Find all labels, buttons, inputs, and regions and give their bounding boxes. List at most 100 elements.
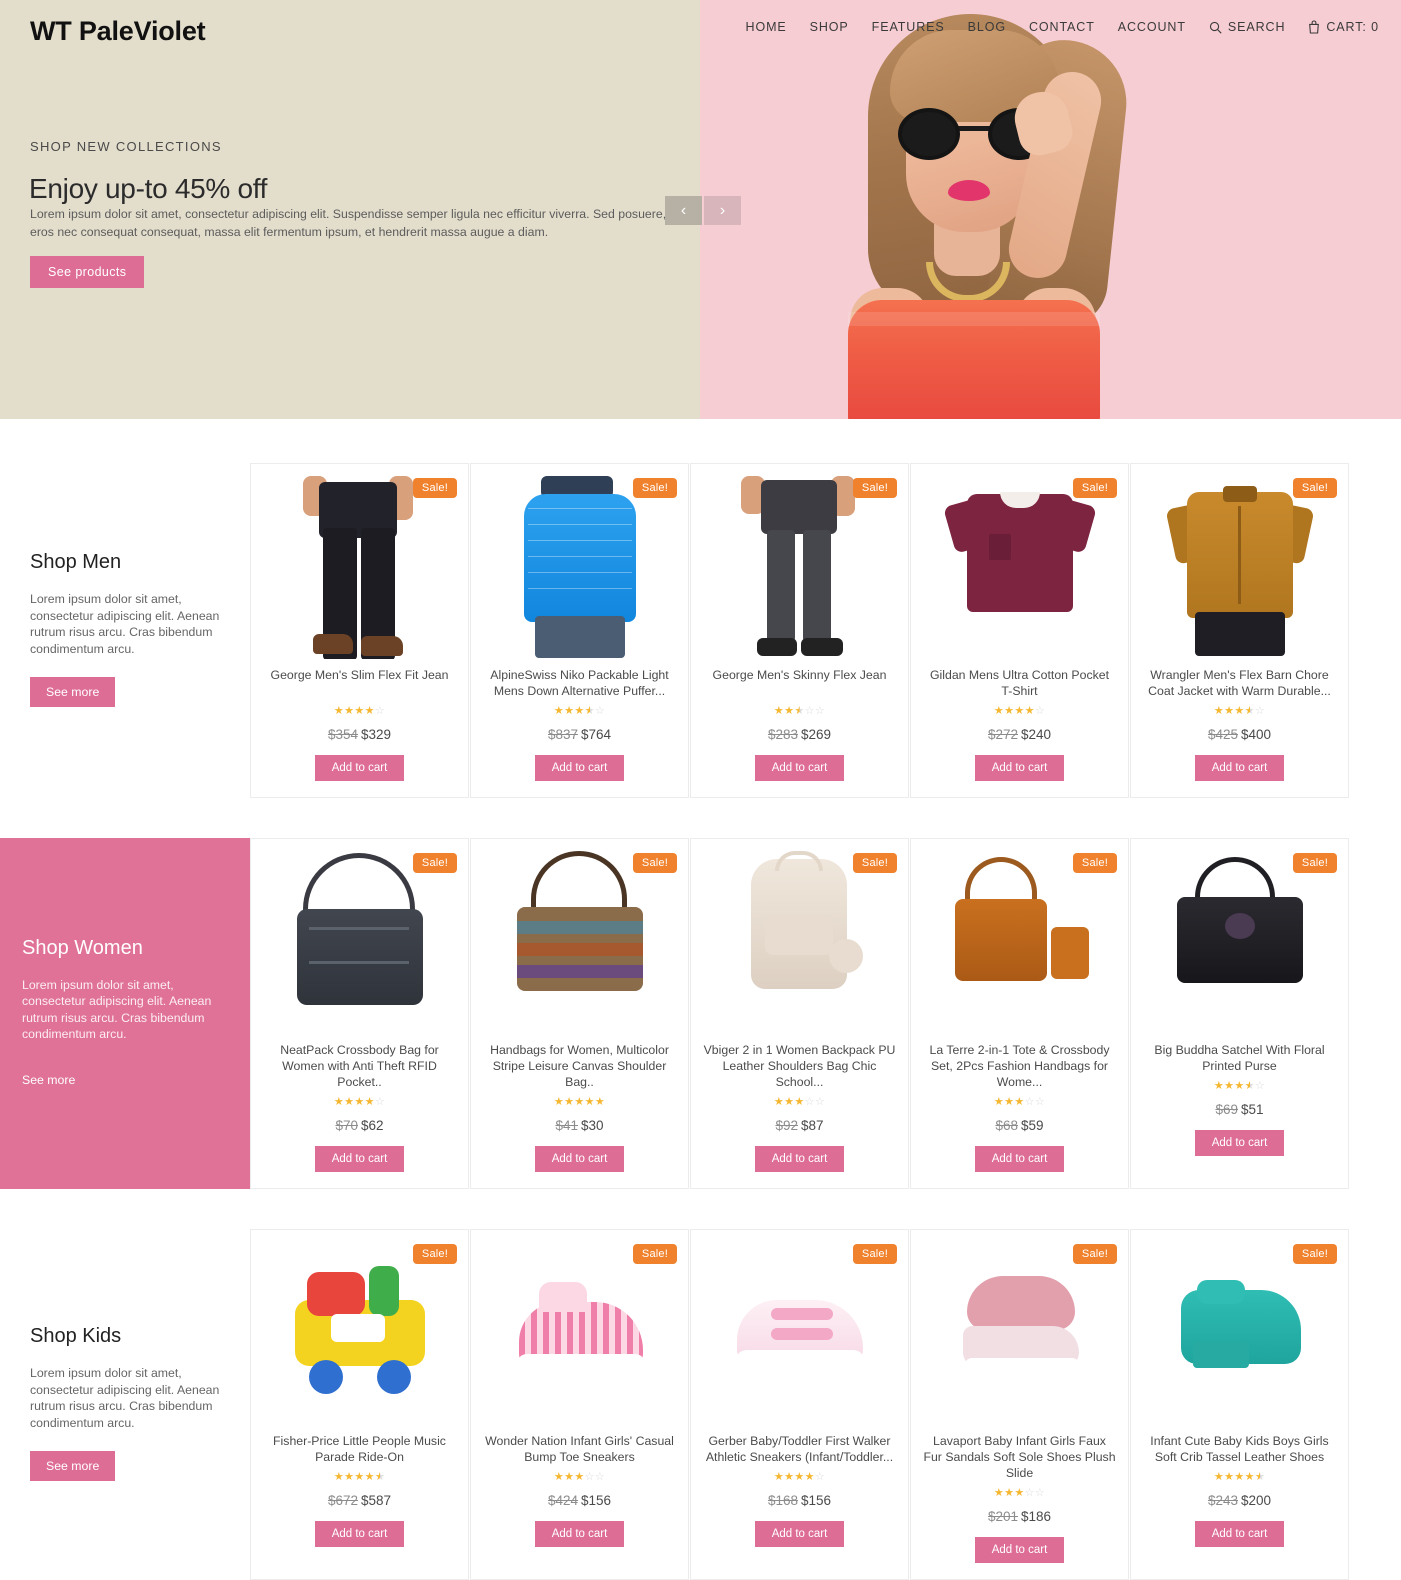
sale-badge: Sale! (1292, 1244, 1337, 1264)
product-image: Sale! (691, 1230, 908, 1425)
star-full: ★ (794, 1096, 805, 1108)
sale-badge: Sale! (1072, 853, 1117, 873)
product-rating: ★★★★☆ (1131, 705, 1348, 718)
add-to-cart-button[interactable]: Add to cart (1194, 1521, 1285, 1547)
product-card[interactable]: Sale! Lavaport Baby Infant Girls Faux Fur… (910, 1229, 1129, 1580)
product-card[interactable]: Sale! Handbags for Women, Multicolor Stri… (470, 838, 689, 1189)
add-to-cart-button[interactable]: Add to cart (754, 755, 845, 781)
see-products-button[interactable]: See products (30, 256, 145, 288)
product-title: AlpineSwiss Niko Packable Light Mens Dow… (490, 668, 669, 698)
star-full: ★ (1213, 705, 1225, 717)
product-card[interactable]: Sale! Wrangler Men's Flex Barn Chore Coat… (1130, 463, 1349, 798)
star-full: ★ (804, 1471, 815, 1483)
nav-item-home[interactable]: HOME (746, 20, 787, 34)
product-old-price: $92 (775, 1118, 798, 1133)
product-old-price: $68 (995, 1118, 1018, 1133)
section-sidebar-women: Shop Women Lorem ipsum dolor sit amet, co… (0, 838, 250, 1189)
star-half: ★ (1254, 1471, 1266, 1483)
add-to-cart-button[interactable]: Add to cart (534, 1146, 625, 1172)
star-full: ★ (1014, 1096, 1025, 1108)
star-full: ★ (333, 1096, 345, 1108)
section-description-kids: Lorem ipsum dolor sit amet, consectetur … (30, 1366, 220, 1430)
product-title: Gildan Mens Ultra Cotton Pocket T-Shirt (929, 668, 1110, 698)
star-full: ★ (333, 705, 345, 717)
nav-item-features[interactable]: FEATURES (872, 20, 945, 34)
product-image: Sale! (1131, 1230, 1348, 1425)
star-half: ★ (374, 1471, 386, 1483)
product-rating: ★★★★☆ (911, 705, 1128, 718)
product-card[interactable]: Sale! Gildan Mens Ultra Cotton Pocket T-S… (910, 463, 1129, 798)
product-card[interactable]: Sale! George Men's Skinny Flex Jean ★★★☆☆ $… (690, 463, 909, 798)
product-image: Sale! (691, 839, 908, 1034)
add-to-cart-button[interactable]: Add to cart (534, 1521, 625, 1547)
add-to-cart-button[interactable]: Add to cart (1194, 1130, 1285, 1156)
product-card[interactable]: Sale! Gerber Baby/Toddler First Walker At… (690, 1229, 909, 1580)
add-to-cart-button[interactable]: Add to cart (974, 1146, 1065, 1172)
product-card[interactable]: Sale! NeatPack Crossbody Bag for Women wi… (250, 838, 469, 1189)
site-logo[interactable]: WT PaleViolet (30, 16, 206, 47)
see-more-button-men[interactable]: See more (30, 677, 116, 707)
section-title-men: Shop Men (30, 551, 122, 573)
product-image: Sale! (251, 1230, 468, 1425)
nav-item-contact[interactable]: CONTACT (1029, 20, 1095, 34)
add-to-cart-button[interactable]: Add to cart (974, 755, 1065, 781)
nav-item-blog[interactable]: BLOG (968, 20, 1006, 34)
see-more-button-kids[interactable]: See more (30, 1451, 116, 1481)
star-full: ★ (354, 1096, 365, 1108)
product-image: Sale! (1131, 464, 1348, 659)
product-card[interactable]: Sale! Wonder Nation Infant Girls' Casual … (470, 1229, 689, 1580)
star-full: ★ (364, 1471, 375, 1483)
product-image: Sale! (1131, 839, 1348, 1034)
see-more-button-women[interactable]: See more (22, 1073, 224, 1087)
sale-badge: Sale! (412, 853, 457, 873)
hero-banner: WT PaleViolet SHOP NEW COLLECTIONS Enjoy… (0, 0, 1401, 419)
product-price: $243 $200 (1131, 1493, 1348, 1508)
add-to-cart-button[interactable]: Add to cart (754, 1146, 845, 1172)
star-full: ★ (773, 1471, 785, 1483)
add-to-cart-button[interactable]: Add to cart (534, 755, 625, 781)
product-old-price: $672 (327, 1493, 358, 1508)
product-card[interactable]: Sale! Infant Cute Baby Kids Boys Girls So… (1130, 1229, 1349, 1580)
star-full: ★ (993, 1487, 1005, 1499)
star-full: ★ (354, 705, 365, 717)
product-title: Fisher-Price Little People Music Parade … (273, 1434, 446, 1464)
nav-item-account[interactable]: ACCOUNT (1118, 20, 1186, 34)
product-price: $168 $156 (691, 1493, 908, 1508)
product-new-price: $156 (581, 1493, 612, 1508)
section-row-men: Shop Men Lorem ipsum dolor sit amet, cons… (0, 441, 1401, 798)
sale-badge: Sale! (632, 478, 677, 498)
star-empty: ☆ (1034, 705, 1046, 717)
star-full: ★ (553, 705, 565, 717)
product-rating: ★★★☆☆ (911, 1096, 1128, 1109)
add-to-cart-button[interactable]: Add to cart (314, 755, 405, 781)
nav-item-shop[interactable]: SHOP (810, 20, 849, 34)
star-full: ★ (1213, 1080, 1225, 1092)
slider-next-button[interactable]: › (704, 196, 741, 225)
add-to-cart-button[interactable]: Add to cart (314, 1521, 405, 1547)
product-card[interactable]: Sale! Fisher-Price Little People Music Pa… (250, 1229, 469, 1580)
section-sidebar-men: Shop Men Lorem ipsum dolor sit amet, cons… (0, 463, 250, 707)
product-price: $283 $269 (691, 727, 908, 742)
product-card[interactable]: Sale! La Terre 2-in-1 Tote & Crossbody Se… (910, 838, 1129, 1189)
add-to-cart-button[interactable]: Add to cart (314, 1146, 405, 1172)
product-card[interactable]: Sale! AlpineSwiss Niko Packable Light Men… (470, 463, 689, 798)
star-full: ★ (344, 1471, 355, 1483)
product-card[interactable]: Sale! Big Buddha Satchel With Floral Prin… (1130, 838, 1349, 1189)
product-old-price: $837 (547, 727, 578, 742)
add-to-cart-button[interactable]: Add to cart (754, 1521, 845, 1547)
product-card[interactable]: Sale! Vbiger 2 in 1 Women Backpack PU Lea… (690, 838, 909, 1189)
add-to-cart-button[interactable]: Add to cart (1194, 755, 1285, 781)
hero-description: Lorem ipsum dolor sit amet, consectetur … (30, 207, 667, 239)
shop-sections: Shop Men Lorem ipsum dolor sit amet, cons… (0, 441, 1401, 1580)
cart-button[interactable]: CART: 0 (1308, 20, 1379, 34)
sale-badge: Sale! (852, 478, 897, 498)
product-title: NeatPack Crossbody Bag for Women with An… (280, 1043, 439, 1089)
search-label: SEARCH (1227, 20, 1286, 34)
star-empty: ☆ (584, 1471, 595, 1483)
sale-badge: Sale! (1292, 853, 1337, 873)
product-card[interactable]: Sale! George Men's Slim Flex Fit Jean ★★★★… (250, 463, 469, 798)
slider-prev-button[interactable]: ‹ (665, 196, 702, 225)
product-new-price: $587 (361, 1493, 392, 1508)
add-to-cart-button[interactable]: Add to cart (974, 1537, 1065, 1563)
search-button[interactable]: SEARCH (1209, 20, 1286, 34)
